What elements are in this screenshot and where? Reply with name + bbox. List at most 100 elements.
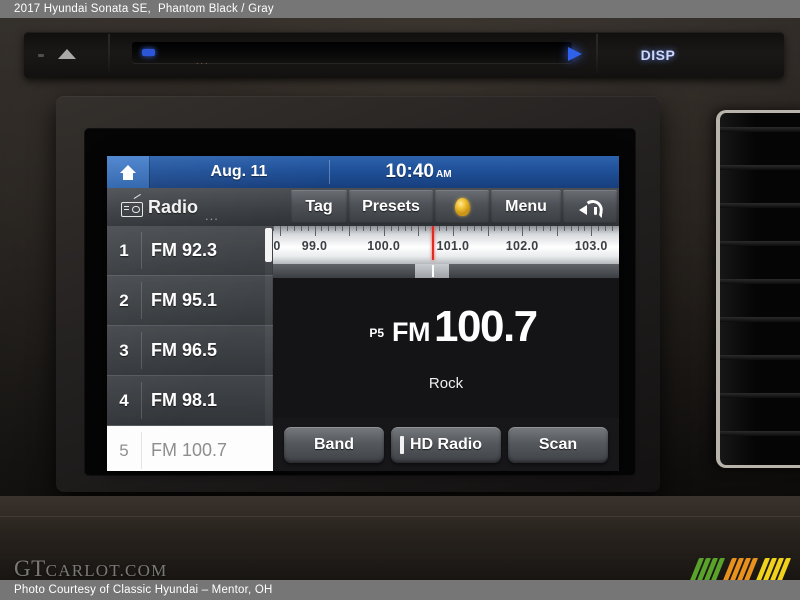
tuner-tick	[605, 226, 607, 231]
cd-led-indicator	[142, 49, 155, 56]
eject-icon	[58, 49, 76, 59]
home-button[interactable]	[107, 156, 149, 188]
air-vent[interactable]	[716, 110, 800, 468]
preset-scrollbar[interactable]	[265, 228, 272, 468]
back-arrow-icon	[579, 198, 605, 218]
preset-row[interactable]: 1 FM 92.3	[107, 226, 273, 276]
screenshot-root: 2017 Hyundai Sonata SE, Phantom Black / …	[0, 0, 800, 600]
tuner-scale-labels: 0 99.0 100.0 101.0 102.0 103.0	[273, 238, 619, 260]
preset-list[interactable]: 1 FM 92.3 2 FM 95.1 3 FM 96.5 4 FM 98.1 5 FM 100.…	[107, 226, 273, 471]
tuner-tick	[397, 226, 399, 231]
tuner-scale-label: 102.0	[505, 239, 539, 253]
hd-radio-indicator	[400, 435, 404, 454]
tuner-tick	[536, 226, 537, 231]
logo-stripes	[688, 558, 792, 580]
tuner-tick	[273, 226, 274, 231]
tuner-tick	[501, 226, 503, 231]
watermark: GTCARLOT.COM	[14, 556, 167, 580]
tuner-tick	[446, 226, 447, 231]
preset-row[interactable]: 2 FM 95.1	[107, 276, 273, 326]
preset-row-divider	[141, 232, 142, 269]
radio-icon-antenna	[133, 193, 142, 199]
source-label-text: Radio	[148, 196, 199, 217]
tuner-tick	[480, 226, 482, 231]
preset-frequency: FM 92.3	[151, 240, 218, 260]
vehicle-interior-photo: ... DISP Aug. 11 10:40 AM Radio ... Tag …	[0, 18, 800, 580]
air-vent-louver	[720, 241, 800, 246]
home-icon	[119, 164, 137, 180]
disp-button[interactable]: DISP	[612, 40, 704, 70]
tuner-tick	[314, 226, 316, 236]
tuner-tick	[335, 226, 337, 231]
status-ampm: AM	[436, 169, 452, 180]
scan-button[interactable]: Scan	[508, 426, 608, 463]
back-arrow-tail	[594, 206, 597, 215]
tuner-needle	[432, 226, 434, 260]
preset-row-divider	[141, 382, 142, 419]
tuner-tick	[411, 226, 413, 231]
infotainment-screen[interactable]: Aug. 11 10:40 AM Radio ... Tag Presets M…	[107, 156, 619, 471]
hand-icon	[454, 198, 470, 216]
air-vent-louver	[720, 431, 800, 436]
tuner-tick	[556, 226, 558, 236]
tuner-tick	[279, 226, 281, 236]
lower-dashboard-seam	[0, 516, 800, 517]
air-vent-louver	[720, 165, 800, 170]
screen-tool-bar: Radio ... Tag Presets Menu	[107, 188, 619, 226]
radio-icon-speaker	[132, 205, 140, 213]
tag-button[interactable]: Tag	[291, 190, 347, 224]
top-caption-bar: 2017 Hyundai Sonata SE, Phantom Black / …	[0, 0, 800, 18]
eject-led	[38, 54, 44, 57]
preset-frequency: FM 100.7	[151, 440, 228, 460]
radio-control-row: Band HD Radio Scan	[273, 418, 619, 471]
tuner-tick	[591, 226, 593, 236]
tuner-tick	[425, 226, 427, 231]
tuner-tick	[473, 226, 475, 231]
tuner-tick	[452, 226, 454, 236]
tuner-tick	[342, 226, 344, 231]
band-button[interactable]: Band	[284, 426, 384, 463]
tuner-dial[interactable]: 0 99.0 100.0 101.0 102.0 103.0	[273, 226, 619, 264]
preset-row[interactable]: 5 FM 100.7	[107, 426, 273, 471]
photo-courtesy-text: Photo Courtesy of Classic Hyundai – Ment…	[14, 584, 273, 596]
tuner-tick	[577, 226, 579, 231]
status-time-group: 10:40 AM	[330, 161, 619, 183]
preset-row[interactable]: 4 FM 98.1	[107, 376, 273, 426]
tuner-tick	[328, 226, 330, 231]
now-playing-preset-tag: P5	[369, 325, 385, 340]
radio-icon-line-2	[124, 208, 129, 210]
air-vent-louver	[720, 317, 800, 322]
bottom-caption-bar: Photo Courtesy of Classic Hyundai – Ment…	[0, 580, 800, 600]
tuner-tick	[376, 226, 378, 231]
tuner-tick	[349, 226, 351, 236]
tuner-tick	[356, 226, 357, 231]
preset-row-divider	[141, 432, 142, 469]
preset-row[interactable]: 3 FM 96.5	[107, 326, 273, 376]
tuner-tick	[584, 226, 586, 231]
menu-button[interactable]: Menu	[491, 190, 561, 224]
hd-radio-button[interactable]: HD Radio	[391, 426, 501, 463]
preset-frequency: FM 98.1	[151, 390, 218, 410]
eject-button[interactable]	[52, 42, 82, 66]
tuner-tick	[598, 226, 600, 231]
tuner-tick	[515, 226, 517, 231]
preset-scrollbar-thumb[interactable]	[265, 228, 272, 262]
tuner-tick	[390, 226, 392, 231]
tuner-scale-label: 103.0	[574, 239, 608, 253]
presets-button[interactable]: Presets	[349, 190, 433, 224]
radio-icon-line-1	[124, 205, 129, 207]
tuner-tick-marks	[273, 226, 619, 238]
air-vent-louver	[720, 355, 800, 360]
source-label-ellipsis: ...	[205, 208, 219, 223]
tuner-tick	[369, 226, 371, 231]
blue-arrow-icon	[568, 47, 582, 61]
tuner-tick	[363, 226, 364, 231]
hand-icon-button[interactable]	[435, 190, 489, 224]
tuner-tick	[529, 226, 530, 231]
tuner-tick	[563, 226, 565, 231]
tuner-tick	[321, 226, 323, 231]
back-button[interactable]	[563, 190, 617, 224]
source-label[interactable]: Radio ...	[107, 188, 290, 226]
tuner-tick	[487, 226, 489, 236]
back-arrow-head	[579, 204, 587, 215]
